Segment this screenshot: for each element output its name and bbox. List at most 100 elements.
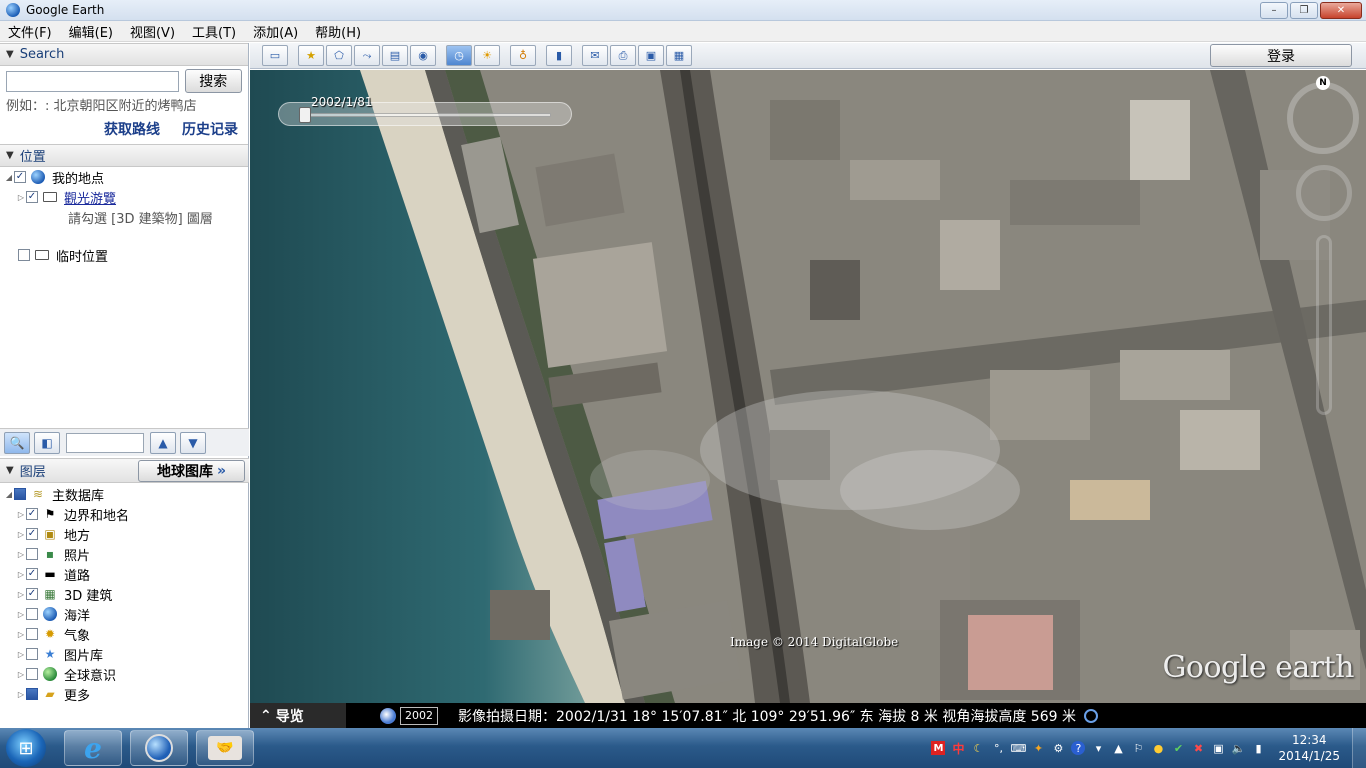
compass-north-icon[interactable]: N (1316, 76, 1330, 90)
print-icon[interactable]: ⎙ (610, 45, 636, 66)
view-in-maps-icon[interactable]: ▦ (666, 45, 692, 66)
security-shield-icon[interactable]: ✔ (1171, 741, 1185, 755)
checkbox[interactable] (18, 249, 30, 261)
expand-right-icon[interactable]: ▷ (16, 570, 26, 579)
planets-icon[interactable]: ♁ (510, 45, 536, 66)
tree-item-sightseeing[interactable]: ▷ ✓ 觀光游覽 (0, 187, 248, 207)
panel-toggle-icon[interactable]: ◧ (34, 431, 60, 454)
taskbar-internet-explorer[interactable]: e (64, 730, 122, 766)
add-placemark-icon[interactable]: ★ (298, 45, 324, 66)
checkbox[interactable]: ✓ (26, 508, 38, 520)
menu-view[interactable]: 视图(V) (122, 22, 184, 41)
sunlight-icon[interactable]: ☀ (474, 45, 500, 66)
earth-gallery-button[interactable]: 地球图库 » (138, 460, 245, 482)
expand-right-icon[interactable]: ▷ (16, 193, 26, 202)
layer-weather[interactable]: ▷ ✹ 气象 (0, 624, 249, 644)
search-input[interactable] (6, 70, 179, 92)
help-icon[interactable]: ? (1071, 741, 1086, 755)
menu-file[interactable]: 文件(F) (0, 22, 61, 41)
mail-m-icon[interactable]: M (931, 741, 946, 755)
expand-right-icon[interactable]: ▷ (16, 610, 26, 619)
layer-places[interactable]: ▷ ✓ ▣ 地方 (0, 524, 249, 544)
login-button[interactable]: 登录 (1210, 44, 1352, 67)
moon-icon[interactable]: ☾ (971, 741, 985, 755)
expand-right-icon[interactable]: ▷ (16, 650, 26, 659)
close-button[interactable]: ✕ (1320, 2, 1362, 19)
historical-imagery-clock-icon[interactable] (380, 707, 396, 724)
layer-3d-buildings[interactable]: ▷ ✓ ▦ 3D 建筑 (0, 584, 249, 604)
checkbox[interactable] (26, 608, 38, 620)
display-icon[interactable]: ▣ (1211, 741, 1225, 755)
ime-icon[interactable]: 中 (951, 741, 965, 756)
add-polygon-icon[interactable]: ⬠ (326, 45, 352, 66)
places-section-header[interactable]: ▼ 位置 (0, 144, 248, 167)
tree-item-my-places[interactable]: ◢ ✓ 我的地点 (0, 167, 248, 187)
ruler-icon[interactable]: ▮ (546, 45, 572, 66)
navigation-toggle[interactable]: ⌃ 导览 (250, 703, 346, 728)
qq-penguin-icon[interactable]: ● (1151, 741, 1165, 755)
expand-right-icon[interactable]: ▷ (16, 530, 26, 539)
checkbox[interactable]: ✓ (26, 528, 38, 540)
layer-primary-database[interactable]: ◢ ≋ 主数据库 (0, 484, 249, 504)
move-down-icon[interactable]: ▼ (180, 431, 206, 454)
checkbox[interactable] (26, 688, 38, 700)
power-icon[interactable]: ▮ (1251, 741, 1265, 755)
checkbox[interactable]: ✓ (14, 171, 26, 183)
checkbox[interactable] (26, 628, 38, 640)
zoom-slider[interactable] (1316, 235, 1332, 415)
search-button[interactable]: 搜索 (184, 69, 242, 93)
save-image-icon[interactable]: ▣ (638, 45, 664, 66)
move-up-icon[interactable]: ▲ (150, 431, 176, 454)
historical-imagery-icon[interactable]: ◷ (446, 45, 472, 66)
checkbox[interactable] (26, 548, 38, 560)
expand-right-icon[interactable]: ▷ (16, 510, 26, 519)
map-view[interactable]: 2002/1/81 N Image © 2014 DigitalGlobe Go… (250, 70, 1366, 703)
email-icon[interactable]: ✉ (582, 45, 608, 66)
checkbox[interactable]: ✓ (26, 191, 38, 203)
expand-right-icon[interactable]: ▷ (16, 670, 26, 679)
look-navigation-ring[interactable] (1287, 82, 1359, 154)
show-hidden-icons[interactable]: ▲ (1111, 741, 1125, 755)
layer-roads[interactable]: ▷ ✓ ▬ 道路 (0, 564, 249, 584)
punctuation-icon[interactable]: °, (991, 741, 1005, 755)
time-slider-thumb[interactable] (299, 107, 311, 123)
checkbox[interactable] (14, 488, 26, 500)
checkbox[interactable]: ✓ (26, 588, 38, 600)
checkbox[interactable]: ✓ (26, 568, 38, 580)
menu-tools[interactable]: 工具(T) (184, 22, 245, 41)
expand-right-icon[interactable]: ▷ (16, 690, 26, 699)
search-places-icon[interactable]: 🔍 (4, 431, 30, 454)
add-path-icon[interactable]: ⤳ (354, 45, 380, 66)
volume-icon[interactable]: 🔈 (1231, 741, 1246, 755)
options-icon[interactable]: ▾ (1091, 741, 1105, 755)
taskbar-google-earth[interactable] (130, 730, 188, 766)
expand-down-icon[interactable]: ◢ (4, 173, 14, 182)
layer-gallery[interactable]: ▷ ★ 图片库 (0, 644, 249, 664)
tree-item-temporary-places[interactable]: 临时位置 (0, 245, 248, 265)
restore-button[interactable]: ❐ (1290, 2, 1318, 19)
show-desktop-button[interactable] (1352, 728, 1366, 768)
expand-right-icon[interactable]: ▷ (16, 550, 26, 559)
layer-borders-labels[interactable]: ▷ ✓ ⚑ 边界和地名 (0, 504, 249, 524)
checkbox[interactable] (26, 648, 38, 660)
keyboard-icon[interactable]: ⌨ (1011, 741, 1027, 755)
history-link[interactable]: 历史记录 (182, 119, 238, 139)
layer-photos[interactable]: ▷ ▪ 照片 (0, 544, 249, 564)
toggle-sidebar-icon[interactable]: ▭ (262, 45, 288, 66)
expand-right-icon[interactable]: ▷ (16, 590, 26, 599)
flag-icon[interactable]: ⚐ (1131, 741, 1145, 755)
checkbox[interactable] (26, 668, 38, 680)
move-navigation-ring[interactable] (1296, 165, 1352, 221)
network-error-icon[interactable]: ✖ (1191, 741, 1205, 755)
layer-more[interactable]: ▷ ▰ 更多 (0, 684, 249, 704)
record-tour-icon[interactable]: ◉ (410, 45, 436, 66)
add-image-overlay-icon[interactable]: ▤ (382, 45, 408, 66)
taskbar-app[interactable]: 🤝 (196, 730, 254, 766)
layer-ocean[interactable]: ▷ 海洋 (0, 604, 249, 624)
expand-down-icon[interactable]: ◢ (4, 490, 14, 499)
start-button[interactable]: ⊞ (6, 729, 46, 767)
time-slider-track[interactable] (301, 113, 551, 117)
layers-section-header[interactable]: ▼ 图层 地球图库 » (0, 458, 249, 483)
tree-item-label[interactable]: 觀光游覽 (64, 188, 116, 207)
search-section-header[interactable]: ▼ Search (0, 43, 248, 66)
